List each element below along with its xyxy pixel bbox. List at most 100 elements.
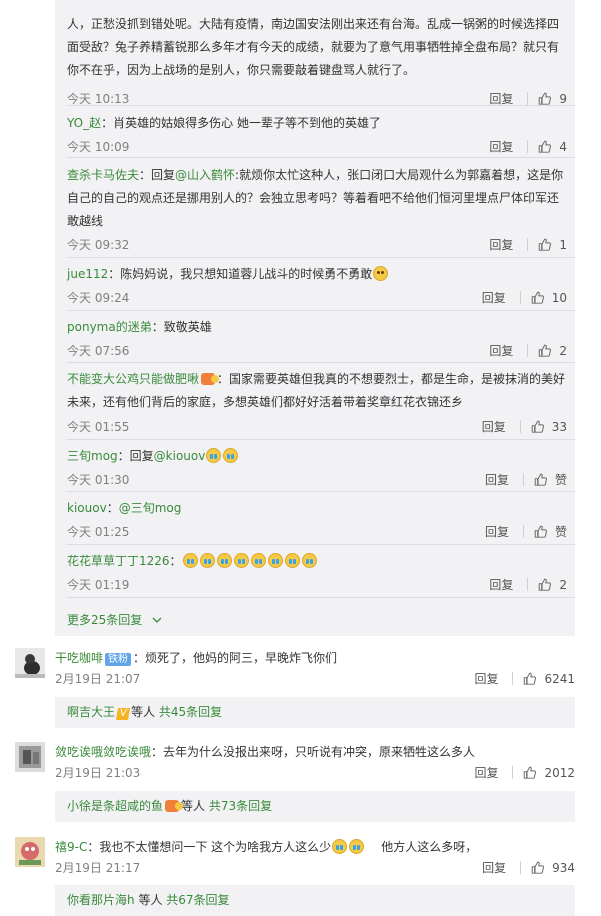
comment-author[interactable]: 敛吃诶哦敛吃诶哦 <box>55 745 151 759</box>
crying-emoji-icon <box>267 553 283 568</box>
separator <box>527 344 529 357</box>
divider <box>67 439 575 440</box>
like-count[interactable]: 2 <box>559 344 567 358</box>
separator <box>519 420 521 433</box>
reply-button[interactable]: 回复 <box>489 342 513 359</box>
avatar[interactable] <box>15 837 45 867</box>
thumbs-up-icon[interactable] <box>531 291 544 304</box>
like-count[interactable]: 6241 <box>544 672 575 686</box>
reply-summary[interactable]: 你看那片海h 等人 共67条回复 <box>55 885 575 916</box>
divider <box>67 491 575 492</box>
mention-link[interactable]: @kiouov <box>154 449 206 463</box>
avatar[interactable] <box>15 648 45 678</box>
thumbs-up-icon[interactable] <box>534 473 547 486</box>
thumbs-up-icon[interactable] <box>523 766 536 779</box>
reply-button[interactable]: 回复 <box>482 418 506 435</box>
reply-button[interactable]: 回复 <box>489 236 513 253</box>
reply-text: 三旬mog：回复@kiouov <box>67 445 567 468</box>
reply-summary[interactable]: 小徐是条超咸的鱼 等人 共73条回复 <box>55 791 575 822</box>
summary-count[interactable]: 共45条回复 <box>159 705 222 719</box>
divider <box>67 597 575 598</box>
reply-button[interactable]: 回复 <box>485 471 509 488</box>
reply-text: 查杀卡马佐夫：回复@山入鹤怀:就烦你太忙这种人，张口闭口大局观什么为郭嘉着想，这… <box>67 168 564 228</box>
reply-actions: 回复 2 <box>489 576 567 593</box>
reply-button[interactable]: 回复 <box>474 764 498 781</box>
like-count[interactable]: 赞 <box>555 523 567 540</box>
comment-actions: 回复 934 <box>482 859 575 876</box>
separator <box>519 291 521 304</box>
reply-text: jue112：陈妈妈说，我只想知道蓉儿战斗的时候勇不勇敢 <box>67 263 567 286</box>
crying-emoji-icon <box>206 448 222 463</box>
reply-button[interactable]: 回复 <box>482 859 506 876</box>
reply-author[interactable]: YO_赵 <box>67 116 101 130</box>
separator <box>527 92 529 105</box>
reply-button[interactable]: 回复 <box>489 138 513 155</box>
reply-author[interactable]: 不能变大公鸡只能做肥啾 <box>67 372 199 386</box>
thumbs-up-icon[interactable] <box>538 140 551 153</box>
reply-time: 今天 09:24 <box>67 291 130 305</box>
separator <box>527 238 529 251</box>
reply-text: ponyma的迷弟：致敬英雄 <box>67 320 212 334</box>
mention-link[interactable]: @山入鹤怀 <box>175 168 235 182</box>
avatar[interactable] <box>15 742 45 772</box>
vip-badge-icon <box>201 373 220 385</box>
like-count[interactable]: 赞 <box>555 471 567 488</box>
crying-emoji-icon <box>233 553 249 568</box>
like-count[interactable]: 33 <box>552 420 567 434</box>
crying-emoji-icon <box>199 553 215 568</box>
crying-emoji-icon <box>301 553 317 568</box>
reply-thread: 人，正愁没抓到错处呢。大陆有疫情，南边国安法刚出来还有台海。乱成一锅粥的时候选择… <box>55 0 575 636</box>
separator <box>527 140 529 153</box>
reply-author[interactable]: 查杀卡马佐夫 <box>67 168 139 182</box>
like-count[interactable]: 1 <box>559 238 567 252</box>
summary-user[interactable]: 啊吉大王 <box>67 705 115 719</box>
summary-user[interactable]: 你看那片海h <box>67 893 135 907</box>
thumbs-up-icon[interactable] <box>538 578 551 591</box>
reply-author[interactable]: ponyma的迷弟 <box>67 320 152 334</box>
like-count[interactable]: 934 <box>552 861 575 875</box>
thumbs-up-icon[interactable] <box>531 420 544 433</box>
thumbs-up-icon[interactable] <box>538 344 551 357</box>
thumbs-up-icon[interactable] <box>531 861 544 874</box>
reply-author[interactable]: jue112 <box>67 267 108 281</box>
like-count[interactable]: 10 <box>552 291 567 305</box>
reply-button[interactable]: 回复 <box>485 523 509 540</box>
like-count[interactable]: 9 <box>559 92 567 106</box>
mention-link[interactable]: @三旬mog <box>119 501 182 515</box>
separator <box>522 473 524 486</box>
comment-text: 敛吃诶哦敛吃诶哦：去年为什么没报出来呀，只听说有冲突，原来牺牲这么多人 <box>55 745 476 759</box>
reply-author[interactable]: 花花草草丁丁1226 <box>67 554 170 568</box>
reply-button[interactable]: 回复 <box>474 670 498 687</box>
more-replies-link[interactable]: 更多25条回复 <box>67 611 162 628</box>
summary-count[interactable]: 共67条回复 <box>166 893 229 907</box>
like-count[interactable]: 2 <box>559 578 567 592</box>
divider <box>67 310 575 311</box>
reply-button[interactable]: 回复 <box>489 576 513 593</box>
divider <box>67 362 575 363</box>
thumbs-up-icon[interactable] <box>534 525 547 538</box>
reply-author[interactable]: 三旬mog <box>67 449 118 463</box>
reply-author[interactable]: kiouov <box>67 501 107 515</box>
reply-button[interactable]: 回复 <box>482 289 506 306</box>
thumbs-up-icon[interactable] <box>538 238 551 251</box>
summary-user[interactable]: 小徐是条超咸的鱼 <box>67 799 163 813</box>
crying-emoji-icon <box>182 553 198 568</box>
thumbs-up-icon[interactable] <box>523 672 536 685</box>
comment-time: 2月19日 21:17 <box>55 861 141 875</box>
worried-emoji-icon <box>373 266 389 281</box>
comment-author[interactable]: 禧9-C <box>55 840 87 854</box>
like-count[interactable]: 2012 <box>544 766 575 780</box>
reply-summary[interactable]: 啊吉大王 V 等人 共45条回复 <box>55 697 575 728</box>
summary-count[interactable]: 共73条回复 <box>209 799 272 813</box>
reply-actions: 回复 赞 <box>485 523 567 540</box>
crying-emoji-icon <box>216 553 232 568</box>
crying-emoji-icon <box>223 448 239 463</box>
thumbs-up-icon[interactable] <box>538 92 551 105</box>
reply-time: 今天 01:55 <box>67 420 130 434</box>
vip-badge-icon <box>165 800 184 812</box>
like-count[interactable]: 4 <box>559 140 567 154</box>
comment-text: 禧9-C：我也不太懂想问一下 这个为啥我方人这么少 他方人这么多呀， <box>55 839 478 854</box>
reply-time: 今天 01:25 <box>67 525 130 539</box>
reply-actions: 回复 2 <box>489 342 567 359</box>
comment-author[interactable]: 干吃咖啡 <box>55 651 103 665</box>
